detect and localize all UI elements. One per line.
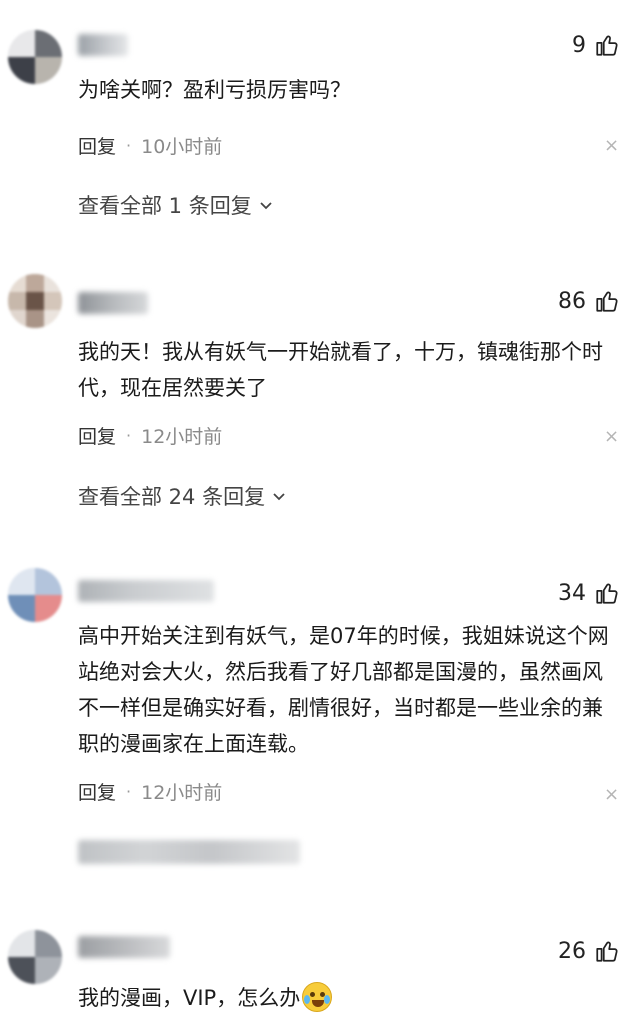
view-replies-blurred[interactable] — [78, 840, 300, 864]
separator-dot: · — [126, 426, 132, 445]
thumbs-up-icon — [596, 35, 618, 56]
avatar[interactable] — [8, 30, 62, 84]
reply-button[interactable]: 回复 — [78, 422, 116, 449]
like-count: 26 — [558, 938, 586, 964]
timestamp: 10小时前 — [141, 136, 223, 158]
comment-meta: 回复 · 10小时前 — [78, 132, 222, 159]
comment-text: 我的天！我从有妖气一开始就看了，十万，镇魂街那个时代，现在居然要关了 — [78, 340, 603, 400]
view-replies-link[interactable]: 查看全部 24 条回复 — [78, 481, 287, 511]
like-button[interactable]: 34 — [558, 580, 620, 606]
like-count: 9 — [572, 32, 586, 58]
thumbs-up-icon — [596, 291, 618, 312]
separator-dot: · — [126, 136, 132, 155]
chevron-down-icon — [260, 202, 272, 210]
username-blurred[interactable] — [78, 936, 170, 958]
like-count: 86 — [558, 288, 586, 314]
comment-text: 我的漫画，VIP，怎么办 — [78, 986, 301, 1010]
comment-meta: 回复 · 12小时前 — [78, 422, 222, 449]
crying-laughing-emoji — [302, 982, 333, 1012]
username-blurred[interactable] — [78, 34, 128, 56]
view-replies-label: 查看全部 1 条回复 — [78, 194, 252, 218]
reply-button[interactable]: 回复 — [78, 132, 116, 159]
timestamp: 12小时前 — [141, 426, 223, 448]
like-count: 34 — [558, 580, 586, 606]
thumbs-up-icon — [596, 941, 618, 962]
close-icon[interactable]: × — [604, 137, 619, 155]
avatar[interactable] — [8, 930, 62, 984]
close-icon[interactable]: × — [604, 428, 619, 446]
like-button[interactable]: 26 — [558, 938, 620, 964]
comment-text: 高中开始关注到有妖气，是07年的时候，我姐妹说这个网站绝对会大火，然后我看了好几… — [78, 624, 609, 756]
reply-button[interactable]: 回复 — [78, 778, 116, 805]
avatar[interactable] — [8, 568, 62, 622]
thumbs-up-icon — [596, 583, 618, 604]
separator-dot: · — [126, 782, 132, 801]
view-replies-label: 查看全部 24 条回复 — [78, 485, 266, 509]
avatar[interactable] — [8, 274, 62, 328]
username-blurred[interactable] — [78, 292, 148, 314]
chevron-down-icon — [273, 493, 285, 501]
comment-meta: 回复 · 12小时前 — [78, 778, 222, 805]
comment-text: 为啥关啊？盈利亏损厉害吗？ — [78, 78, 351, 102]
close-icon[interactable]: × — [604, 786, 619, 804]
view-replies-link[interactable]: 查看全部 1 条回复 — [78, 190, 274, 220]
timestamp: 12小时前 — [141, 782, 223, 804]
comment-text-container: 我的漫画，VIP，怎么办 — [78, 980, 620, 1016]
like-button[interactable]: 86 — [558, 288, 620, 314]
username-blurred[interactable] — [78, 580, 214, 602]
like-button[interactable]: 9 — [572, 32, 620, 58]
